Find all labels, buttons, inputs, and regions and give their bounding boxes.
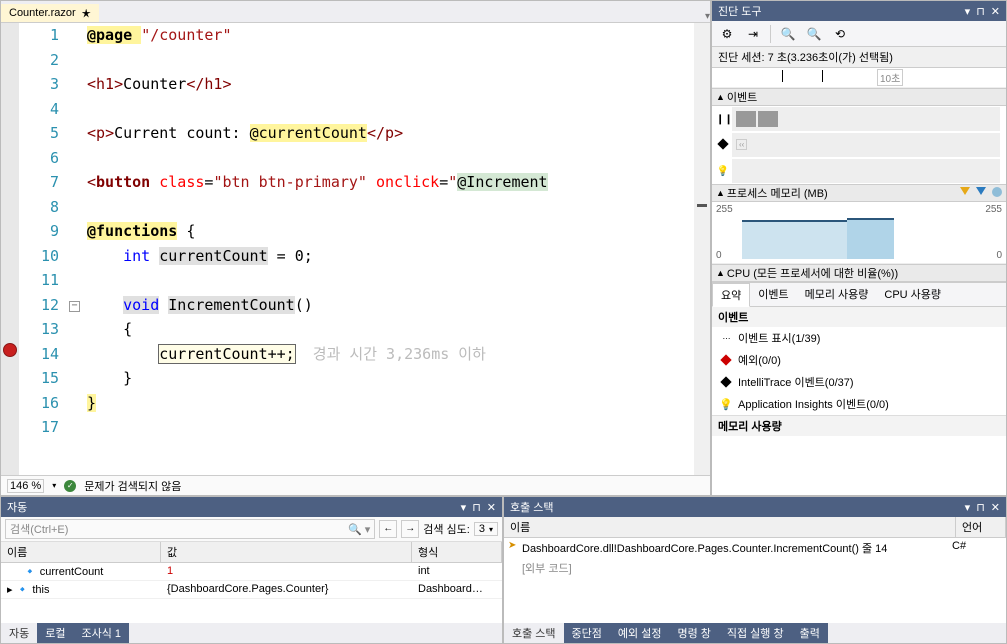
breakpoint-gutter[interactable] — [1, 23, 19, 475]
snapshot-marker-icon[interactable] — [976, 187, 986, 195]
bulb-icon: 💡 — [720, 398, 732, 410]
events-lane-pause[interactable]: ❙❙ — [712, 106, 1006, 132]
pin-icon[interactable] — [82, 9, 91, 18]
callstack-titlebar[interactable]: 호출 스택 ▾⊓✕ — [504, 497, 1006, 517]
events-section-header[interactable]: 이벤트 — [727, 89, 757, 105]
file-tab-counter[interactable]: Counter.razor — [1, 4, 99, 22]
fold-toggle[interactable]: − — [69, 301, 80, 312]
memory-section-header[interactable]: 프로세스 메모리 (MB) — [727, 185, 828, 201]
diag-toolbar: ⚙ ⇥ 🔍 🔍 ⟲ — [712, 21, 1006, 47]
cpu-section-header[interactable]: CPU (모든 프로세서에 대한 비율(%)) — [727, 265, 898, 281]
events-lane-intellitrace[interactable]: ‹‹ — [712, 132, 1006, 158]
diag-subtabs: 요약 이벤트 메모리 사용량 CPU 사용량 — [712, 282, 1006, 307]
subtab-cpu[interactable]: CPU 사용량 — [876, 283, 949, 306]
autos-titlebar[interactable]: 자동 ▾⊓✕ — [1, 497, 502, 517]
event-show-all[interactable]: ⋯이벤트 표시(1/39) — [712, 327, 1006, 349]
callstack-frame-current[interactable]: ➤ DashboardCore.dll!DashboardCore.Pages.… — [504, 538, 1006, 558]
tab-immediate-window[interactable]: 직접 실행 창 — [719, 623, 792, 643]
pin-icon[interactable]: ⊓ — [472, 501, 481, 514]
event-intellitrace[interactable]: IntelliTrace 이벤트(0/37) — [712, 371, 1006, 393]
fold-gutter[interactable]: − — [69, 23, 87, 475]
callstack-header: 이름 언어 — [504, 517, 1006, 538]
gc-marker-icon[interactable] — [960, 187, 970, 195]
next-result-button[interactable]: → — [401, 520, 419, 538]
tab-command-window[interactable]: 명령 창 — [669, 623, 718, 643]
diag-session-label: 진단 세션: 7 초(3.236초이(가) 선택됨) — [712, 47, 1006, 68]
dropdown-icon[interactable]: ▾ — [965, 501, 971, 514]
zoom-in-icon[interactable]: 🔍 — [779, 25, 797, 43]
autos-search-input[interactable]: 검색(Ctrl+E) 🔍 ▾ — [5, 519, 375, 539]
close-icon[interactable]: ✕ — [487, 501, 496, 514]
tab-output[interactable]: 출력 — [792, 623, 828, 643]
depth-selector[interactable]: 3▾ — [474, 522, 498, 536]
autos-row-currentcount[interactable]: 🔹 currentCount 1 int — [1, 563, 502, 581]
diag-titlebar[interactable]: 진단 도구 ▾ ⊓ ✕ — [712, 1, 1006, 21]
pin-icon[interactable]: ⊓ — [976, 501, 985, 514]
prev-result-button[interactable]: ← — [379, 520, 397, 538]
code-editor[interactable]: ⇱ @page "/counter" <h1>Counter</h1> <p>C… — [87, 23, 710, 475]
editor-scrollbar[interactable] — [694, 23, 710, 475]
file-tab-bar: Counter.razor ▾ — [1, 1, 710, 23]
autos-row-this[interactable]: ▸ 🔹 this {DashboardCore.Pages.Counter} D… — [1, 581, 502, 599]
memory-footer: 메모리 사용량 — [712, 415, 1006, 436]
breakpoint-indicator[interactable] — [3, 343, 17, 357]
depth-label: 검색 심도: — [423, 521, 470, 537]
subtab-summary[interactable]: 요약 — [712, 283, 750, 307]
tab-watch[interactable]: 조사식 1 — [74, 623, 130, 643]
export-icon[interactable]: ⇥ — [744, 25, 762, 43]
tab-breakpoints[interactable]: 중단점 — [564, 623, 610, 643]
subtab-memory[interactable]: 메모리 사용량 — [797, 283, 877, 306]
pin-icon[interactable]: ⊓ — [976, 5, 985, 18]
current-statement: currentCount++; — [159, 345, 294, 363]
zoom-out-icon[interactable]: 🔍 — [805, 25, 823, 43]
gear-icon[interactable]: ⚙ — [718, 25, 736, 43]
zoom-level[interactable]: 146 % — [7, 479, 44, 493]
dots-icon: ⋯ — [720, 332, 732, 344]
tab-autos[interactable]: 자동 — [1, 623, 37, 643]
reset-zoom-icon[interactable]: ⟲ — [831, 25, 849, 43]
autos-tabs: 자동 로컬 조사식 1 — [1, 623, 502, 643]
event-app-insights[interactable]: 💡Application Insights 이벤트(0/0) — [712, 393, 1006, 415]
current-frame-icon: ➤ — [508, 540, 522, 551]
pause-icon: ❙❙ — [716, 114, 730, 125]
ok-icon: ✓ — [64, 480, 76, 492]
issues-text: 문제가 검색되지 않음 — [84, 478, 181, 494]
callstack-frame-external[interactable]: [외부 코드] — [504, 558, 1006, 578]
tab-exception-settings[interactable]: 예외 설정 — [610, 623, 670, 643]
dropdown-icon[interactable]: ▾ — [965, 5, 971, 18]
bulb-icon: 💡 — [716, 166, 730, 177]
private-bytes-icon[interactable] — [992, 187, 1002, 197]
tab-callstack[interactable]: 호출 스택 — [504, 623, 564, 643]
editor-status-bar: 146 % ▾ ✓ 문제가 검색되지 않음 — [1, 475, 710, 495]
callstack-tabs: 호출 스택 중단점 예외 설정 명령 창 직접 실행 창 출력 — [504, 623, 1006, 643]
timeline-ruler[interactable]: 10초 — [712, 68, 1006, 88]
close-icon[interactable]: ✕ — [991, 501, 1000, 514]
line-numbers: 1234567891011121314151617 — [19, 23, 69, 475]
memory-chart[interactable]: 255 255 0 0 — [712, 202, 1006, 264]
events-lane-insights[interactable]: 💡 — [712, 158, 1006, 184]
close-icon[interactable]: ✕ — [991, 5, 1000, 18]
autos-grid-header: 이름 값 형식 — [1, 542, 502, 563]
tab-locals[interactable]: 로컬 — [37, 623, 73, 643]
subtab-events[interactable]: 이벤트 — [750, 283, 796, 306]
diamond-icon — [720, 376, 731, 387]
file-tab-label: Counter.razor — [9, 7, 76, 19]
perf-tip[interactable]: 경과 시간 3,236ms 이하 — [295, 345, 486, 363]
events-subheader: 이벤트 — [712, 307, 1006, 327]
diamond-icon — [720, 354, 731, 365]
dropdown-icon[interactable]: ▾ — [461, 501, 467, 514]
event-exceptions[interactable]: 예외(0/0) — [712, 349, 1006, 371]
tab-overflow-icon[interactable]: ▾ — [705, 11, 710, 22]
